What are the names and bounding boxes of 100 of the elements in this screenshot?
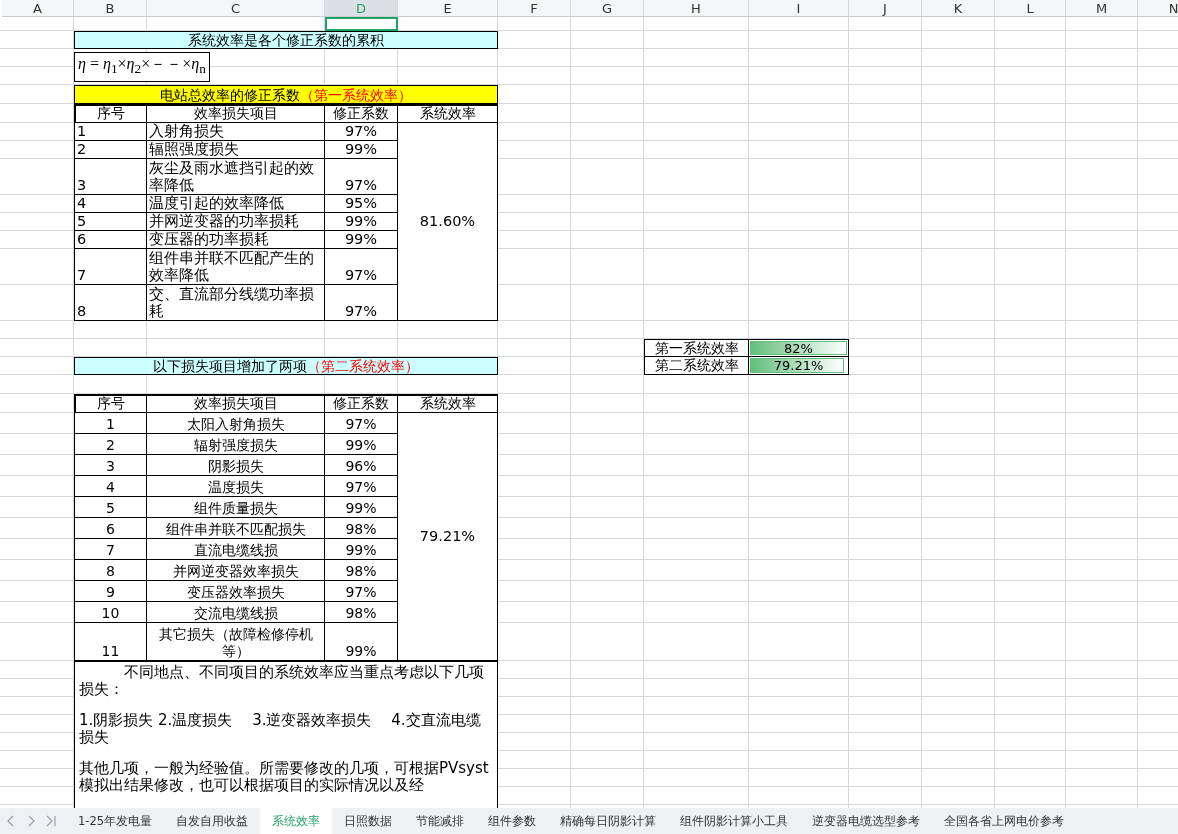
table-cell: 组件质量损失: [147, 497, 325, 518]
table-cell: 79.21%: [773, 357, 824, 374]
column-heading: 效率损失项目: [147, 394, 325, 413]
paragraph: 不同地点、不同项目的系统效率应当重点考虑以下几项损失：: [79, 664, 485, 698]
table-cell: 阴影损失: [147, 455, 325, 476]
column-header[interactable]: E: [398, 0, 498, 17]
sheet-tab[interactable]: 1-25年发电量: [66, 808, 165, 834]
column-heading: 序号: [74, 394, 147, 413]
table-cell: 直流电缆线损: [147, 539, 325, 560]
column-header[interactable]: A: [2, 0, 74, 17]
table-cell: 79.21%: [398, 413, 498, 661]
column-heading: 系统效率: [398, 104, 498, 123]
table-cell: 5: [74, 213, 147, 231]
column-heading: 效率损失项目: [147, 104, 325, 123]
table-cell: 灰尘及雨水遮挡引起的效率降低: [147, 159, 325, 195]
column-header[interactable]: H: [644, 0, 749, 17]
table-cell: 10: [74, 602, 147, 623]
table-cell: 辐照强度损失: [147, 141, 325, 159]
table-cell: 3: [74, 159, 147, 195]
heading-cell: 系统效率是各个修正系数的累积: [74, 31, 498, 49]
column-heading: 修正系数: [325, 104, 398, 123]
table-cell: 99%: [325, 231, 398, 249]
table-cell: 7: [74, 249, 147, 285]
table-cell: 97%: [325, 285, 398, 321]
table-cell: 99%: [325, 539, 398, 560]
table-cell: 其它损失（故障检修停机等）: [147, 623, 325, 661]
sheet-tab[interactable]: 逆变器电缆选型参考: [800, 808, 933, 834]
column-header[interactable]: F: [498, 0, 571, 17]
table-cell: 97%: [325, 413, 398, 434]
table-cell: 太阳入射角损失: [147, 413, 325, 434]
table-cell: 97%: [325, 249, 398, 285]
sheet-tab[interactable]: 自发自用收益: [164, 808, 261, 834]
table-cell: 5: [74, 497, 147, 518]
column-header[interactable]: J: [849, 0, 922, 17]
column-header[interactable]: K: [922, 0, 995, 17]
table-cell: 97%: [325, 476, 398, 497]
table-cell: 97%: [325, 159, 398, 195]
table-cell: 99%: [325, 141, 398, 159]
table-cell: 第一系统效率: [644, 339, 749, 357]
table-cell: 1: [74, 123, 147, 141]
table-cell: 组件串并联不匹配损失: [147, 518, 325, 539]
sheet-tab[interactable]: 全国各省上网电价参考: [932, 808, 1077, 834]
column-header[interactable]: M: [1066, 0, 1138, 17]
sheet-tab[interactable]: 日照数据: [332, 808, 405, 834]
table-cell: 温度损失: [147, 476, 325, 497]
column-header[interactable]: N: [1138, 0, 1178, 17]
table-cell: 2: [74, 434, 147, 455]
table-cell: 9: [74, 581, 147, 602]
table-cell: 98%: [325, 560, 398, 581]
table-cell: 99%: [325, 497, 398, 518]
column-header[interactable]: G: [571, 0, 644, 17]
table-cell: 变压器的功率损耗: [147, 231, 325, 249]
column-header[interactable]: L: [995, 0, 1066, 17]
table-cell: 82%: [784, 339, 813, 357]
sheet-tab[interactable]: 组件参数: [476, 808, 549, 834]
table-cell: 11: [74, 623, 147, 661]
column-header[interactable]: B: [74, 0, 147, 17]
table-cell: 8: [74, 560, 147, 581]
table-cell: 8: [74, 285, 147, 321]
paragraph: 1.阴影损失 2.温度损失 3.逆变器效率损失 4.交直流电缆损失: [79, 712, 482, 746]
table-cell: 第二系统效率: [644, 357, 749, 375]
column-heading: 系统效率: [398, 394, 498, 413]
table-cell: 变压器效率损失: [147, 581, 325, 602]
table-cell: 4: [74, 195, 147, 213]
table-cell: 交、直流部分线缆功率损耗: [147, 285, 325, 321]
column-heading: 修正系数: [325, 394, 398, 413]
table-cell: 并网逆变器的功率损耗: [147, 213, 325, 231]
paragraph: 其他几项，一般为经验值。所需要修改的几项，可根据PVsyst模拟出结果修改，也可以根据项目的实际情况以及经: [79, 760, 490, 794]
table-cell: 7: [74, 539, 147, 560]
column-header[interactable]: I: [749, 0, 849, 17]
table-cell: 4: [74, 476, 147, 497]
table-cell: 99%: [325, 623, 398, 661]
table-cell: 95%: [325, 195, 398, 213]
table-cell: 6: [74, 518, 147, 539]
table-cell: 2: [74, 141, 147, 159]
table-cell: 99%: [325, 434, 398, 455]
table-cell: 97%: [325, 123, 398, 141]
table-cell: 97%: [325, 581, 398, 602]
table-cell: 96%: [325, 455, 398, 476]
table-title: 电站总效率的修正系数（第一系统效率）: [74, 85, 498, 104]
table-cell: 组件串并联不匹配产生的效率降低: [147, 249, 325, 285]
table-title: 以下损失项目增加了两项（第二系统效率）: [74, 357, 498, 375]
table-cell: 入射角损失: [147, 123, 325, 141]
sheet-tab[interactable]: 组件阴影计算小工具: [668, 808, 801, 834]
column-heading: 序号: [74, 104, 147, 123]
sheet-tab[interactable]: 精确每日阴影计算: [548, 808, 669, 834]
formula: η = η$_{1}$×η$_{2}$×－－×η$_{n}$: [74, 52, 210, 82]
table-cell: 81.60%: [398, 123, 498, 321]
table-cell: 98%: [325, 602, 398, 623]
last-icon[interactable]: [44, 814, 58, 828]
table-cell: 交流电缆线损: [147, 602, 325, 623]
table-cell: 6: [74, 231, 147, 249]
table-cell: 并网逆变器效率损失: [147, 560, 325, 581]
table-cell: 99%: [325, 213, 398, 231]
column-header[interactable]: C: [147, 0, 325, 17]
table-cell: 3: [74, 455, 147, 476]
selected-cell[interactable]: [325, 17, 398, 31]
sheet-tab[interactable]: 节能减排: [404, 808, 477, 834]
table-cell: 辐射强度损失: [147, 434, 325, 455]
table-cell: 1: [74, 413, 147, 434]
